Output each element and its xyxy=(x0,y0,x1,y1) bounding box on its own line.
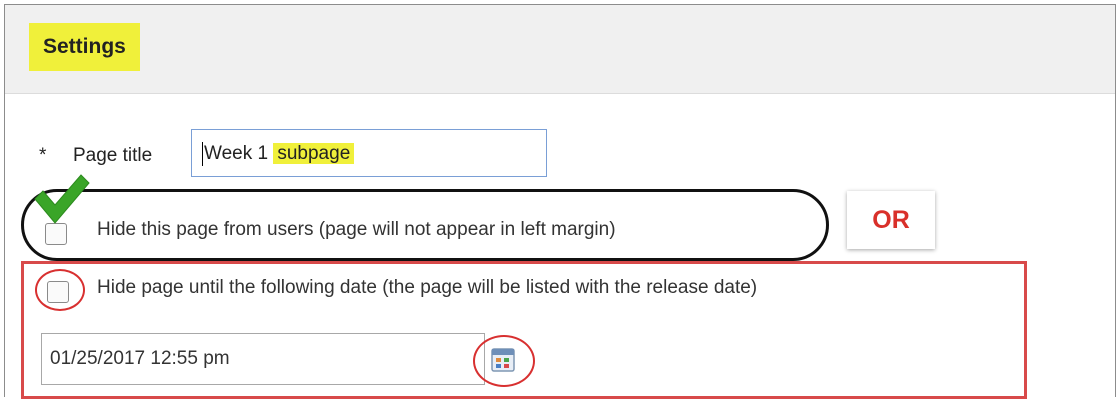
text-caret xyxy=(202,142,203,166)
page-title-label: Page title xyxy=(73,145,153,166)
hide-page-label: Hide this page from users (page will not… xyxy=(97,219,616,240)
settings-title: Settings xyxy=(29,23,140,71)
page-title-value-highlighted: subpage xyxy=(273,143,355,164)
required-marker: * xyxy=(39,145,47,166)
checkbox-annotation-ring xyxy=(35,269,85,311)
page-title-value-part1: Week 1 xyxy=(204,143,269,164)
or-badge: OR xyxy=(847,191,935,249)
calendar-icon[interactable] xyxy=(491,348,515,372)
page-title-input[interactable]: Week 1 subpage xyxy=(191,129,547,177)
check-icon xyxy=(34,174,90,224)
hide-until-label: Hide page until the following date (the … xyxy=(97,277,758,298)
settings-header: Settings xyxy=(5,5,1115,94)
settings-panel: Settings * Page title Week 1 subpage Hid… xyxy=(4,4,1116,399)
page-title-value: Week 1 subpage xyxy=(204,143,355,165)
release-date-input[interactable]: 01/25/2017 12:55 pm xyxy=(41,333,485,385)
release-date-value: 01/25/2017 12:55 pm xyxy=(50,348,230,369)
